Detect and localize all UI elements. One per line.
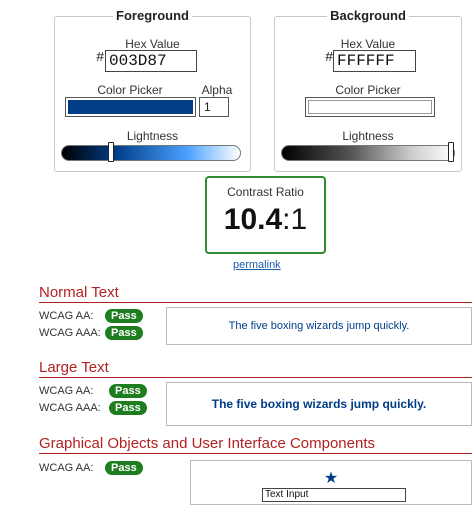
background-panel: Background Hex Value # FFFFFF Color Pick… (274, 8, 462, 172)
fg-hex-input[interactable]: 003D87 (105, 50, 197, 72)
fg-alpha-input[interactable]: 1 (199, 97, 229, 117)
fg-alpha-label: Alpha (201, 83, 233, 97)
star-icon: ★ (323, 470, 339, 487)
graphical-aa-pass-badge: Pass (105, 461, 143, 475)
fg-picker-label: Color Picker (97, 83, 163, 97)
normal-text-sample: The five boxing wizards jump quickly. (166, 307, 472, 345)
contrast-ratio-number: 10.4 (223, 203, 283, 236)
bg-lightness-label: Lightness (342, 129, 394, 143)
fg-lightness-label: Lightness (126, 129, 179, 143)
contrast-ratio-box: Contrast Ratio 10.4:1 (205, 176, 326, 254)
fg-lightness-slider[interactable] (61, 142, 241, 162)
graphical-aa-label: WCAG AA: (39, 462, 94, 474)
large-aaa-label: WCAG AAA: (39, 402, 101, 414)
normal-aaa-pass-badge: Pass (105, 326, 143, 340)
bg-hex-input[interactable]: FFFFFF (333, 50, 416, 72)
graphical-objects-heading: Graphical Objects and User Interface Com… (39, 435, 472, 454)
text-input-sample[interactable]: Text Input (262, 488, 406, 502)
bg-color-swatch (308, 100, 432, 114)
fg-hash-symbol: # (96, 50, 105, 66)
normal-aaa-label: WCAG AAA: (39, 327, 101, 339)
fg-color-picker[interactable] (65, 97, 196, 117)
bg-color-picker[interactable] (305, 97, 435, 117)
large-text-heading: Large Text (39, 359, 472, 378)
fg-color-swatch (68, 100, 193, 114)
contrast-ratio-title: Contrast Ratio (227, 185, 304, 199)
fg-lightness-thumb[interactable] (108, 142, 114, 162)
bg-lightness-slider[interactable] (281, 142, 455, 162)
normal-text-sample-text: The five boxing wizards jump quickly. (228, 320, 410, 332)
bg-picker-label: Color Picker (335, 83, 401, 97)
foreground-panel: Foreground Hex Value # 003D87 Color Pick… (54, 8, 251, 172)
contrast-ratio-suffix: :1 (282, 203, 308, 236)
fg-hex-label: Hex Value (125, 37, 180, 51)
normal-aa-label: WCAG AA: (39, 310, 94, 322)
normal-text-heading: Normal Text (39, 284, 472, 303)
large-aa-label: WCAG AA: (39, 385, 94, 397)
bg-lightness-thumb[interactable] (448, 142, 454, 162)
permalink-link[interactable]: permalink (233, 259, 281, 271)
bg-hex-label: Hex Value (340, 37, 396, 51)
large-aa-pass-badge: Pass (109, 384, 147, 398)
large-text-sample: The five boxing wizards jump quickly. (166, 382, 472, 426)
contrast-ratio-value: 10.4:1 (207, 203, 324, 237)
normal-aa-pass-badge: Pass (105, 309, 143, 323)
large-text-sample-text: The five boxing wizards jump quickly. (211, 397, 427, 411)
background-title: Background (327, 8, 409, 23)
foreground-title: Foreground (113, 8, 192, 23)
large-aaa-pass-badge: Pass (109, 401, 147, 415)
